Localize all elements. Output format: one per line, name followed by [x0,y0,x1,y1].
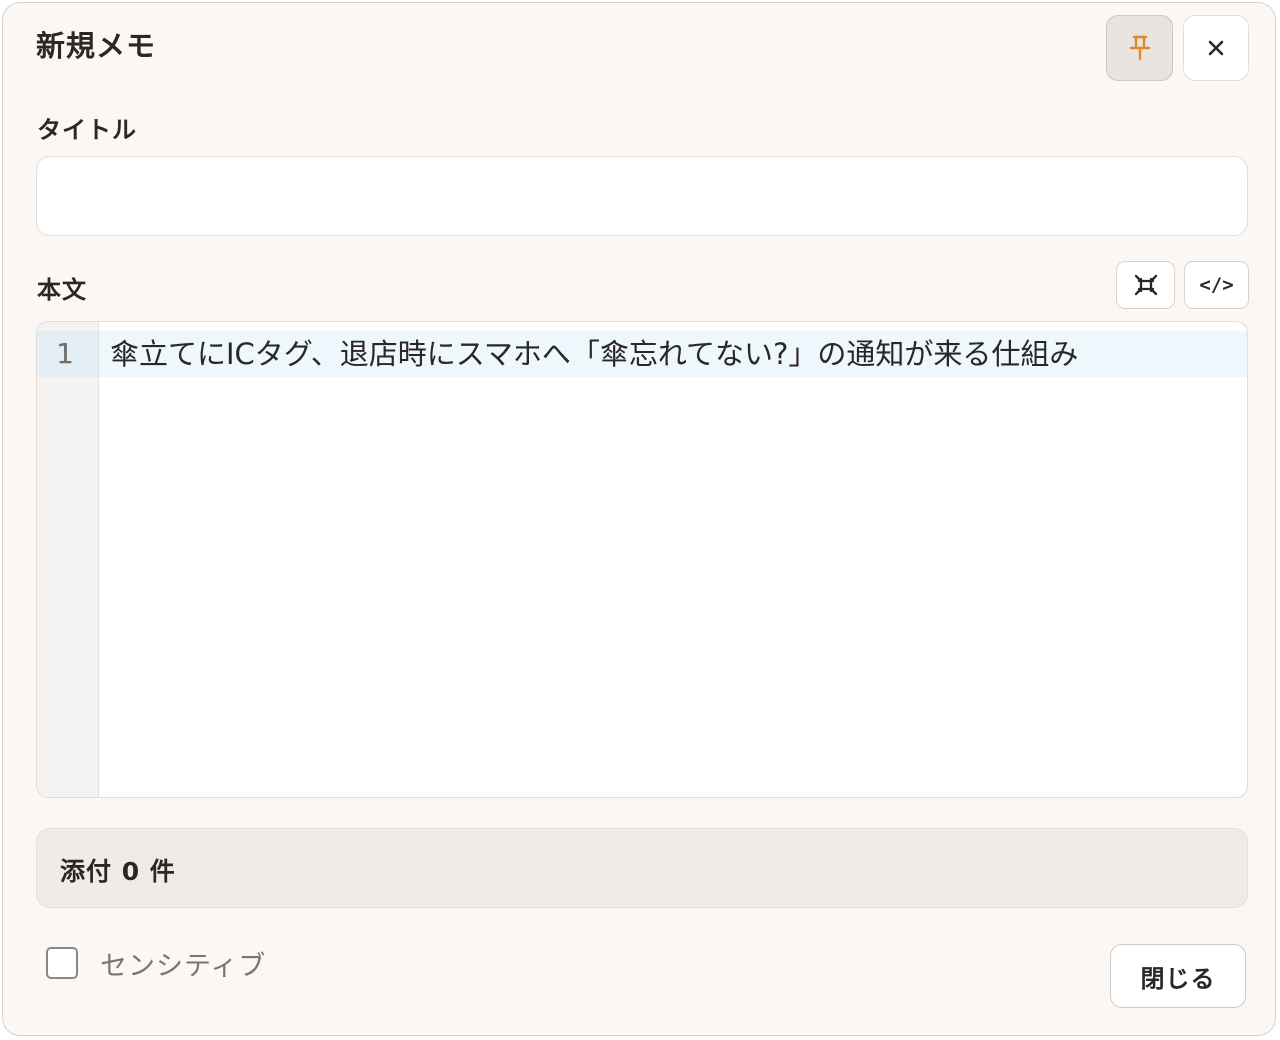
close-icon [1208,40,1224,56]
attachments-count: 添付 0 件 [60,857,176,886]
fullscreen-button[interactable] [1116,261,1175,309]
line-number-gutter: 1 [37,322,99,797]
close-button[interactable] [1183,15,1249,81]
editor-line[interactable]: 傘立てにICタグ、退店時にスマホへ「傘忘れてない?」の通知が来る仕組み [110,331,1078,377]
code-view-button[interactable]: </> [1184,261,1249,309]
sensitive-checkbox[interactable] [46,947,78,979]
pin-icon [1129,35,1150,61]
new-memo-dialog: 新規メモ タイトル 本文 </> 1 傘立てにICタグ、退店時にスマホへ「傘忘れ… [2,2,1276,1036]
body-editor[interactable]: 1 傘立てにICタグ、退店時にスマホへ「傘忘れてない?」の通知が来る仕組み [36,321,1248,798]
title-input[interactable] [36,156,1248,236]
close-dialog-button[interactable]: 閉じる [1110,944,1246,1008]
pin-button[interactable] [1106,15,1173,81]
code-view-label: </> [1199,274,1234,296]
title-label: タイトル [37,116,137,144]
sensitive-label[interactable]: センシティブ [100,944,266,983]
attachments-panel[interactable]: 添付 0 件 [36,828,1248,908]
body-label: 本文 [37,276,87,304]
line-number: 1 [56,337,74,370]
dialog-title: 新規メモ [36,29,157,63]
fullscreen-icon [1134,274,1157,296]
